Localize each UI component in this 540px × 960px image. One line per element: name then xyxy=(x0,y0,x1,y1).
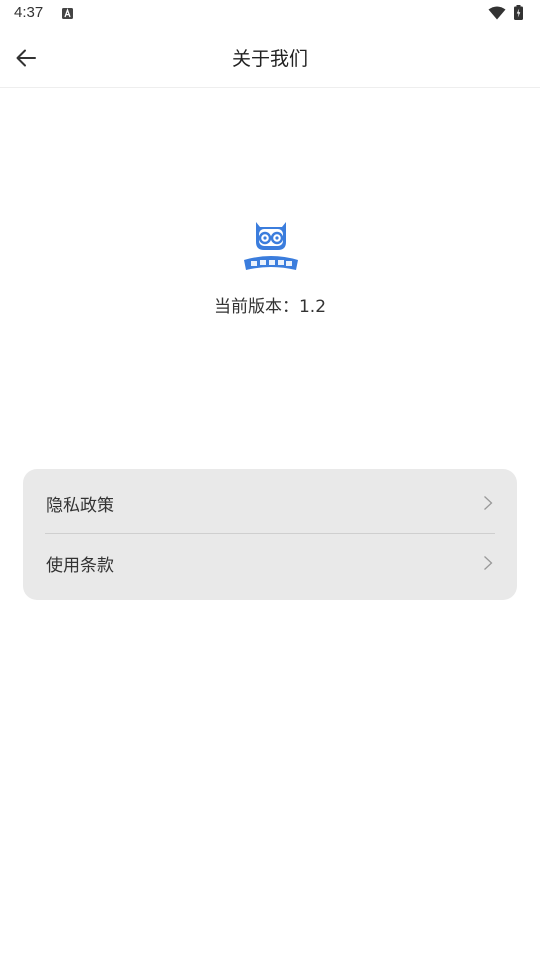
chevron-right-icon xyxy=(484,556,493,570)
page-title: 关于我们 xyxy=(231,48,308,70)
app-logo-icon xyxy=(244,222,298,270)
version-value: 1.2 xyxy=(298,297,327,317)
status-time: 4:37 xyxy=(14,4,44,21)
privacy-policy-item[interactable]: 隐私政策 xyxy=(23,473,517,533)
notification-a-icon xyxy=(62,8,73,19)
wifi-icon xyxy=(488,6,506,20)
app-bar: 关于我们 xyxy=(0,28,540,88)
battery-icon xyxy=(514,5,523,20)
version-info: 当前版本：1.2 xyxy=(0,292,540,317)
status-bar: 4:37 xyxy=(0,0,540,28)
terms-of-use-label: 使用条款 xyxy=(46,555,114,576)
menu-card: 隐私政策 使用条款 xyxy=(23,469,517,600)
chevron-right-icon xyxy=(484,496,493,510)
privacy-policy-label: 隐私政策 xyxy=(46,495,114,516)
version-label: 当前版本： xyxy=(213,297,299,317)
terms-of-use-item[interactable]: 使用条款 xyxy=(23,533,517,593)
